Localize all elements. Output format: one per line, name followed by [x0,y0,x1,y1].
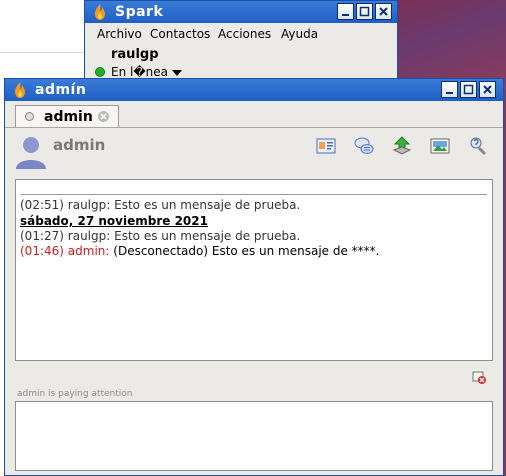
chat-tabstrip: admin [5,101,503,128]
spark-window-title: Spark [115,4,164,20]
chat-message: (02:51) raulgp: Esto es un mensaje de pr… [20,198,300,212]
presence-selector[interactable]: En l�nea [95,65,182,79]
chat-window[interactable]: admín admin admin (02:51) raulgp: Esto e… [4,78,504,476]
minimize-button[interactable] [441,81,458,98]
contact-name: admin [53,136,106,154]
message-input[interactable] [15,401,493,471]
message-time: (01:46) [20,244,64,258]
send-file-icon[interactable] [391,135,413,157]
minimize-button[interactable] [337,3,354,20]
message-text: Esto es un mensaje de prueba. [114,198,301,212]
menu-archivo[interactable]: Archivo [97,27,142,41]
tab-label: admin [44,109,93,125]
vcard-icon[interactable] [315,135,337,157]
chat-bubbles-icon[interactable] [353,135,375,157]
chat-message: (01:46) admin: (Desconectado) Esto es un… [20,244,379,258]
chat-message: (01:27) raulgp: Esto es un mensaje de pr… [20,229,300,243]
tab-admin[interactable]: admin [15,105,119,127]
maximize-button[interactable] [356,3,373,20]
screenshot-icon[interactable] [429,135,451,157]
minimize-icon [446,92,453,94]
close-button[interactable] [375,3,392,20]
chevron-down-icon [171,69,182,76]
minimize-icon [342,14,349,16]
clear-transcript-icon[interactable] [471,369,487,385]
message-text: Esto es un mensaje de prueba. [114,229,301,243]
presence-label: En l�nea [111,65,168,79]
close-icon [379,7,388,16]
message-sender: admin: [67,244,110,258]
message-time: (01:27) [20,229,64,243]
maximize-button[interactable] [460,81,477,98]
chat-window-title: admín [35,82,87,98]
menu-contactos[interactable]: Contactos [150,27,210,41]
spark-window[interactable]: Spark Archivo Contactos Acciones Ayuda r… [84,0,398,80]
avatar [16,137,46,169]
typing-notice: admin is paying attention [17,389,133,399]
menu-acciones[interactable]: Acciones [218,27,271,41]
spark-username: raulgp [111,47,159,62]
online-status-icon [95,67,105,77]
close-icon [483,85,492,94]
menu-ayuda[interactable]: Ayuda [281,27,318,41]
spark-titlebar[interactable]: Spark [85,1,397,23]
message-sender: raulgp: [67,229,111,243]
spark-flame-icon [95,4,105,20]
close-button[interactable] [479,81,496,98]
presence-icon [25,112,34,121]
message-text: (Desconectado) Esto es un mensaje de ***… [113,244,380,258]
date-divider: sábado, 27 noviembre 2021 [20,214,208,228]
maximize-icon [359,6,370,17]
spark-menubar: Archivo Contactos Acciones Ayuda [85,23,397,43]
tab-close-button[interactable] [98,111,109,122]
transcript-separator [21,194,487,195]
spark-flame-icon [15,82,25,98]
chat-titlebar[interactable]: admín [5,79,503,101]
message-time: (02:51) [20,198,64,212]
desktop-wallpaper [398,0,506,90]
chat-transcript[interactable]: (02:51) raulgp: Esto es un mensaje de pr… [15,179,493,361]
maximize-icon [463,84,474,95]
settings-icon[interactable] [467,135,489,157]
message-sender: raulgp: [67,198,111,212]
close-icon [100,113,107,120]
